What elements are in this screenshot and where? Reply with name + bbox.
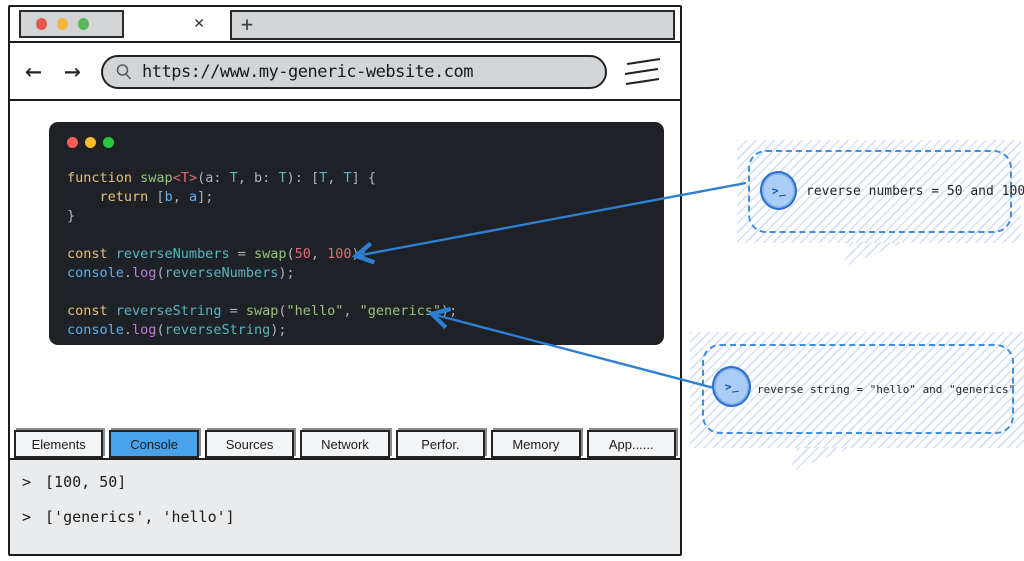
code-line: function swap<T>(a: T, b: T): [T, T] {: [67, 170, 377, 186]
devtools-tab-memory[interactable]: Memory: [491, 430, 581, 458]
maximize-window-icon[interactable]: [78, 18, 89, 30]
devtools-tab-elements[interactable]: Elements: [14, 430, 104, 458]
editor-window-controls: [67, 137, 646, 148]
console-entry: > [100, 50]: [22, 473, 668, 491]
page: ✕ + ← → https://www.my-generic-website.c…: [0, 0, 1024, 561]
devtools-tab-console[interactable]: Console: [109, 430, 199, 458]
devtools-tab-app[interactable]: App......: [586, 430, 676, 458]
browser-navbar: ← → https://www.my-generic-website.com: [10, 43, 680, 101]
code-line: console.log(reverseString);: [67, 322, 287, 338]
editor-close-icon: [67, 137, 78, 148]
callout-numbers-tail: [843, 242, 905, 267]
terminal-prompt-glyph: >_: [724, 379, 739, 394]
callout-string-tail: [790, 447, 852, 472]
forward-icon[interactable]: →: [64, 54, 81, 87]
devtools-tab-perfor[interactable]: Perfor.: [395, 430, 486, 458]
console-output: ['generics', 'hello']: [45, 508, 235, 526]
editor-maximize-icon: [103, 137, 114, 148]
console-entry: > ['generics', 'hello']: [22, 508, 668, 526]
devtools-tab-bar: Elements Console Sources Network Perfor. Memo…: [10, 427, 680, 460]
console-prompt: >: [22, 473, 32, 491]
browser-window: ✕ + ← → https://www.my-generic-website.c…: [8, 5, 682, 556]
callout-numbers-text: reverse numbers = 50 and 100: [806, 184, 1024, 199]
terminal-prompt-glyph: >_: [771, 183, 786, 198]
search-icon: [116, 64, 132, 80]
console-prompt: >: [22, 508, 32, 526]
address-bar[interactable]: https://www.my-generic-website.com: [101, 55, 607, 89]
browser-tab-strip: ✕ +: [10, 7, 680, 43]
editor-minimize-icon: [85, 137, 96, 148]
console-panel: > [100, 50] > ['generics', 'hello']: [10, 460, 680, 554]
code-line: return [b, a];: [99, 189, 214, 205]
new-tab-icon[interactable]: +: [241, 14, 253, 34]
console-output: [100, 50]: [45, 473, 127, 491]
code-line: const reverseString = swap("hello", "gen…: [67, 303, 458, 319]
minimize-window-icon[interactable]: [57, 18, 68, 30]
menu-icon[interactable]: [620, 55, 664, 89]
devtools-tab-network[interactable]: Network: [300, 430, 390, 458]
devtools-tab-sources[interactable]: Sources: [204, 430, 295, 458]
callout-string-text: reverse string = "hello" and "generics": [757, 383, 1016, 396]
url-text: https://www.my-generic-website.com: [142, 62, 474, 82]
back-icon[interactable]: ←: [25, 54, 42, 87]
code-line: const reverseNumbers = swap(50, 100);: [67, 246, 368, 262]
code-line: }: [67, 208, 76, 224]
tab-close-icon[interactable]: ✕: [194, 13, 204, 33]
close-window-icon[interactable]: [36, 18, 47, 30]
code-block: function swap<T>(a: T, b: T): [T, T] { r…: [67, 169, 646, 340]
window-controls: [19, 10, 124, 38]
code-editor: function swap<T>(a: T, b: T): [T, T] { r…: [49, 122, 664, 345]
code-line: console.log(reverseNumbers);: [67, 265, 295, 281]
inactive-tab[interactable]: +: [230, 10, 675, 40]
